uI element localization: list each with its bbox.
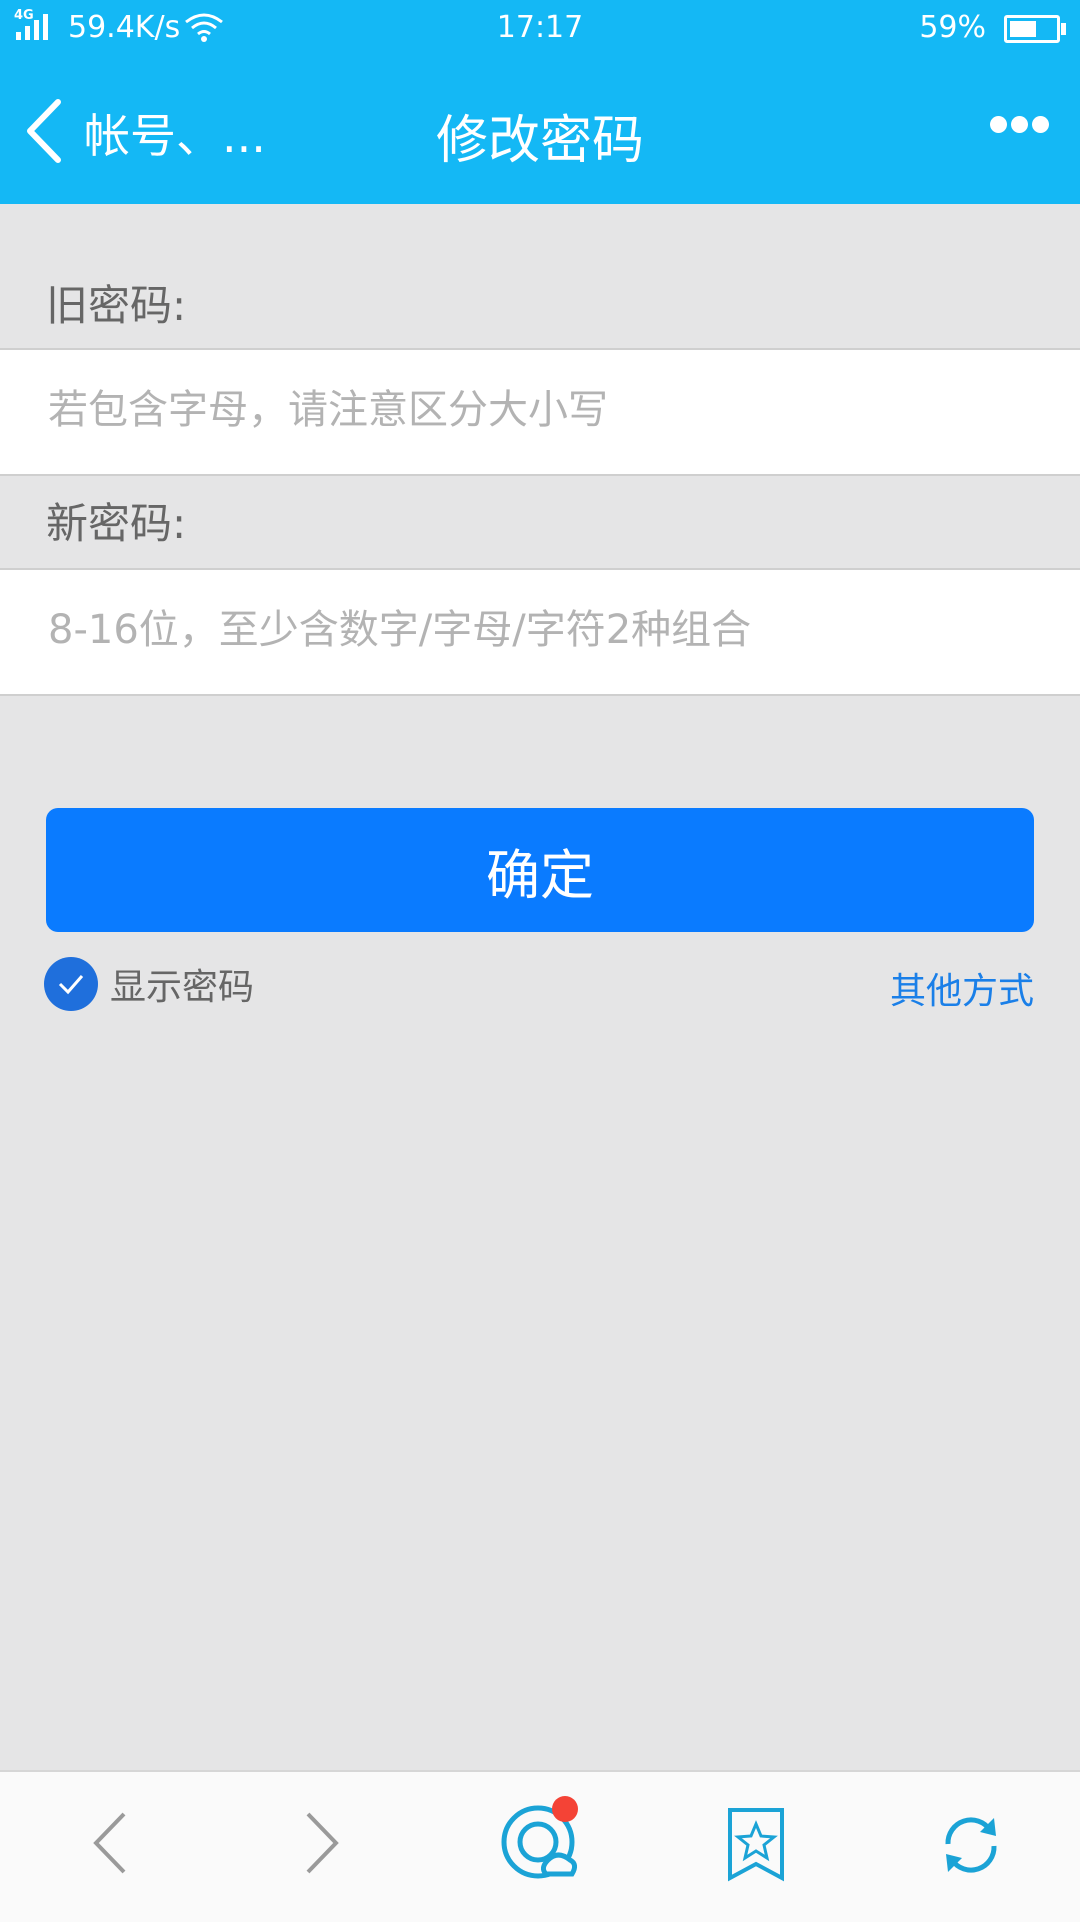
new-password-input[interactable] — [46, 606, 1030, 654]
other-methods-link[interactable]: 其他方式 — [890, 962, 1034, 1014]
checkbox-checked-icon[interactable] — [44, 957, 98, 1011]
chat-icon[interactable] — [500, 1796, 582, 1884]
more-options-icon[interactable] — [990, 116, 1054, 136]
clock: 17:17 — [496, 10, 584, 45]
battery-percent: 59% — [919, 10, 986, 45]
old-password-field[interactable] — [0, 348, 1080, 476]
back-icon[interactable] — [88, 1808, 132, 1878]
bookmark-icon[interactable] — [726, 1806, 786, 1882]
old-password-label: 旧密码: — [46, 281, 187, 330]
new-password-label: 新密码: — [46, 499, 187, 548]
forward-icon[interactable] — [300, 1808, 344, 1878]
show-password-label: 显示密码 — [110, 967, 255, 1008]
title-bar: 4G 59.4K/s 17:17 59% 帐号、... 修改密码 — [0, 0, 1080, 204]
notification-badge — [552, 1796, 578, 1822]
refresh-icon[interactable] — [936, 1810, 1006, 1880]
old-password-input[interactable] — [46, 386, 1030, 434]
new-password-field[interactable] — [0, 568, 1080, 696]
status-bar: 4G 59.4K/s 17:17 59% — [0, 0, 1080, 58]
battery-icon — [1004, 15, 1066, 43]
show-password-toggle[interactable]: 显示密码 — [44, 956, 254, 1012]
confirm-button[interactable]: 确定 — [46, 808, 1034, 932]
page-title: 修改密码 — [435, 111, 644, 171]
bottom-toolbar — [0, 1770, 1080, 1922]
